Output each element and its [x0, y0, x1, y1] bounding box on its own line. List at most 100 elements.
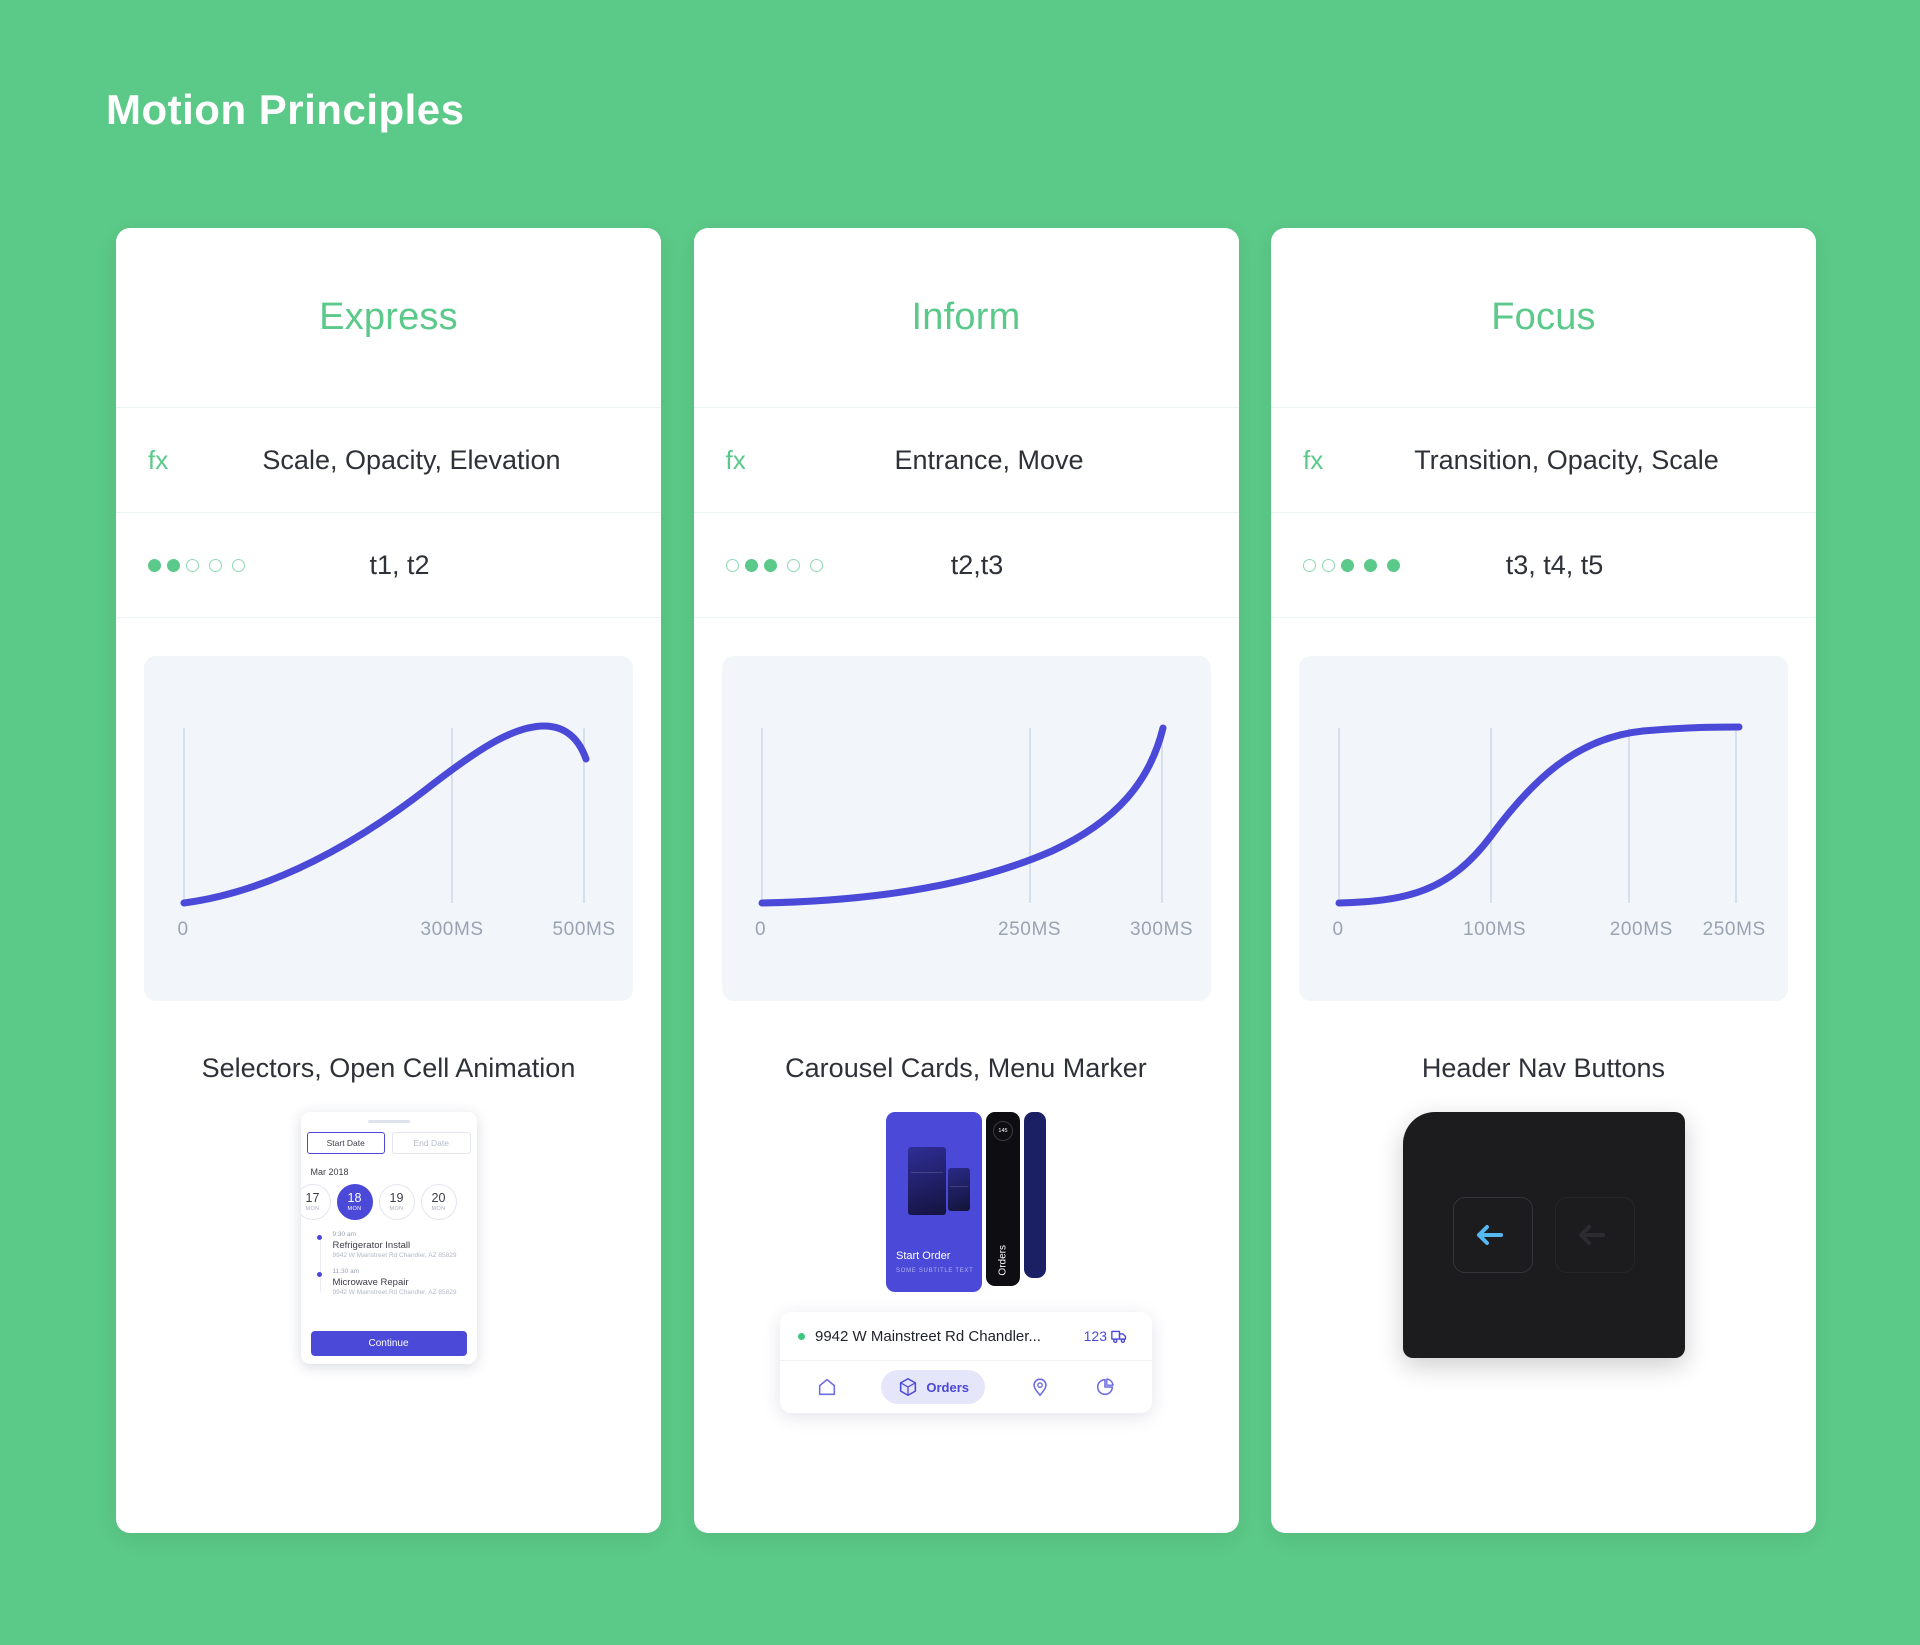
- status-dot-icon: [798, 1332, 805, 1340]
- page-title: Motion Principles: [106, 86, 465, 133]
- easing-graph-express: 0 300MS 500MS: [144, 656, 633, 1001]
- navbar-address-bar[interactable]: 9942 W Mainstreet Rd Chandler... 123: [780, 1312, 1152, 1361]
- dot-1: [1303, 558, 1316, 572]
- intensity-dots: [1303, 558, 1413, 572]
- dot-2: [1322, 558, 1335, 572]
- dot-3: [763, 558, 777, 572]
- motion-principles-page: Motion Principles Express fx Scale, Opac…: [0, 0, 1920, 1645]
- dot-4: [1364, 558, 1377, 572]
- day-cell[interactable]: 17 MON: [300, 1184, 331, 1220]
- dot-2: [167, 558, 180, 572]
- nav-tab-home[interactable]: [816, 1376, 838, 1398]
- home-icon: [818, 1378, 835, 1396]
- appointment-item[interactable]: 9:30 am Refrigerator Install 9942 W Main…: [316, 1231, 471, 1259]
- intensity-dots: [148, 558, 258, 572]
- appointment-list: 9:30 am Refrigerator Install 9942 W Main…: [307, 1231, 471, 1296]
- bottom-navbar: 9942 W Mainstreet Rd Chandler... 123 Ord…: [780, 1312, 1152, 1413]
- card-caption: Selectors, Open Cell Animation: [201, 1053, 576, 1083]
- box-icon: [900, 1377, 917, 1397]
- tick-label: 0: [1332, 919, 1344, 940]
- back-button-active[interactable]: [1452, 1197, 1533, 1273]
- fx-row-inform: fx Entrance, Move: [693, 408, 1239, 513]
- day-cell[interactable]: 19 MON: [378, 1184, 415, 1220]
- graph-wrap-focus: 0 100MS 200MS 250MS: [1271, 618, 1816, 1001]
- day-weekday: MON: [389, 1206, 404, 1213]
- carousel-card-vertical-label: Orders: [997, 1245, 1009, 1276]
- carousel-card-start-order[interactable]: Start Order SOME SUBTITLE TEXT: [886, 1112, 982, 1292]
- arrow-left-icon: [1476, 1225, 1503, 1245]
- dot-3: [1341, 558, 1354, 572]
- demo-carousel: Start Order SOME SUBTITLE TEXT 145 Order…: [694, 1084, 1239, 1533]
- tokens-row-express: t1, t2: [116, 513, 661, 618]
- principle-cards-container: Express fx Scale, Opacity, Elevation t1,…: [116, 228, 1816, 1533]
- tokens-row-inform: t2,t3: [693, 513, 1239, 618]
- day-weekday: MON: [347, 1206, 362, 1213]
- carousel-card-orders[interactable]: 145 Orders: [986, 1112, 1020, 1286]
- tokens-value: t1, t2: [369, 549, 430, 580]
- fx-value: Entrance, Move: [894, 444, 1084, 475]
- day-number: 17: [305, 1190, 320, 1205]
- nav-tab-location[interactable]: [1029, 1376, 1051, 1398]
- carousel-card-title: Start Order: [896, 1250, 951, 1262]
- graph-wrap-inform: 0 250MS 300MS: [694, 618, 1239, 1001]
- tick-label: 200MS: [1609, 919, 1673, 940]
- intensity-dots: [725, 558, 836, 572]
- tick-label: 300MS: [1129, 919, 1194, 940]
- day-cell-selected[interactable]: 18 MON: [336, 1184, 373, 1220]
- demo-focus-buttons: [1271, 1084, 1816, 1533]
- tick-label: 250MS: [1702, 919, 1766, 940]
- nav-tab-analytics[interactable]: [1094, 1376, 1116, 1398]
- tokens-row-focus: t3, t4, t5: [1271, 513, 1816, 618]
- appointment-time: 11:30 am: [332, 1268, 360, 1275]
- graph-wrap-express: 0 300MS 500MS: [116, 618, 661, 1001]
- phone-notch: [367, 1120, 410, 1123]
- nav-tab-label: Orders: [926, 1379, 969, 1395]
- calendar-days: 17 MON 18 MON 19 MON 20 MON: [300, 1184, 471, 1220]
- principle-card-focus: Focus fx Transition, Opacity, Scale t3, …: [1271, 228, 1816, 1533]
- tab-end-date[interactable]: End Date: [392, 1132, 471, 1154]
- day-cell[interactable]: 20 MON: [420, 1184, 457, 1220]
- fridge-illustration: [908, 1147, 946, 1215]
- dot-1: [725, 558, 739, 572]
- dot-5: [232, 558, 245, 572]
- carousel-card-third[interactable]: [1024, 1112, 1046, 1278]
- back-button-inactive[interactable]: [1554, 1197, 1635, 1273]
- fx-value: Transition, Opacity, Scale: [1414, 444, 1719, 475]
- dark-header-panel: [1402, 1112, 1685, 1358]
- tab-start-date[interactable]: Start Date: [306, 1132, 385, 1154]
- date-tabs: Start Date End Date: [306, 1132, 471, 1154]
- pie-chart-icon: [1097, 1378, 1114, 1396]
- delivery-count-pill[interactable]: 123: [1073, 1325, 1134, 1347]
- navbar-address: 9942 W Mainstreet Rd Chandler...: [815, 1327, 1041, 1345]
- fx-label: fx: [1303, 444, 1324, 475]
- dot-4: [786, 558, 800, 572]
- card-header-express: Express: [116, 228, 661, 408]
- appointment-time: 9:30 am: [332, 1231, 357, 1238]
- card-title: Inform: [911, 296, 1021, 338]
- fx-value: Scale, Opacity, Elevation: [262, 444, 561, 475]
- appointment-address: 9942 W Mainstreet Rd Chandler, AZ 85829: [332, 1289, 457, 1296]
- nav-tab-orders[interactable]: Orders: [881, 1370, 985, 1404]
- appointment-item[interactable]: 11:30 am Microwave Repair 9942 W Mainstr…: [316, 1268, 471, 1296]
- navbar-tabs: Orders: [780, 1361, 1152, 1413]
- demo-calendar: Start Date End Date Mar 2018 17 MON 18 M…: [116, 1084, 661, 1533]
- tokens-value: t2,t3: [950, 549, 1004, 580]
- phone-mock: Start Date End Date Mar 2018 17 MON 18 M…: [300, 1112, 477, 1364]
- bullet-icon: [316, 1235, 322, 1240]
- card-title: Express: [319, 296, 458, 338]
- truck-icon: [1111, 1330, 1127, 1343]
- bullet-icon: [316, 1272, 322, 1277]
- easing-curve-svg: [180, 722, 590, 907]
- continue-button[interactable]: Continue: [310, 1331, 467, 1356]
- dot-1: [148, 558, 161, 572]
- appointment-address: 9942 W Mainstreet Rd Chandler, AZ 85829: [332, 1252, 457, 1259]
- tick-label: 0: [177, 919, 189, 940]
- dot-5: [809, 558, 823, 572]
- appointment-title: Microwave Repair: [332, 1277, 409, 1288]
- principle-card-inform: Inform fx Entrance, Move t2,t3 0 250MS 3…: [693, 228, 1239, 1533]
- principle-card-express: Express fx Scale, Opacity, Elevation t1,…: [116, 228, 661, 1533]
- day-number: 18: [347, 1190, 362, 1205]
- tick-label: 100MS: [1462, 919, 1527, 940]
- fx-label: fx: [725, 444, 746, 475]
- fx-label: fx: [148, 444, 169, 475]
